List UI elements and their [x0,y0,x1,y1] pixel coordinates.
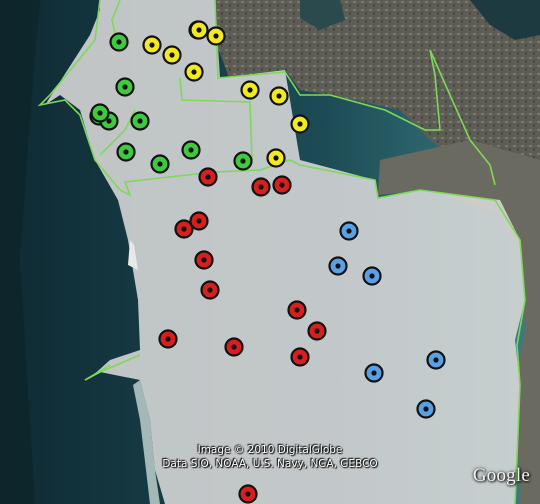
red-marker-icon[interactable] [198,167,218,187]
red-marker-icon[interactable] [224,337,244,357]
red-marker-icon[interactable] [287,300,307,320]
green-marker-icon[interactable] [150,154,170,174]
yellow-marker-icon[interactable] [269,86,289,106]
blue-marker-icon[interactable] [416,399,436,419]
yellow-marker-icon[interactable] [266,148,286,168]
imagery-credit: Image © 2010 DigitalGlobe [197,444,343,456]
red-marker-icon[interactable] [200,280,220,300]
yellow-marker-icon[interactable] [189,20,209,40]
red-marker-icon[interactable] [290,347,310,367]
satellite-map[interactable]: Image © 2010 DigitalGlobe Data SIO, NOAA… [0,0,540,504]
map-canvas [0,0,540,504]
blue-marker-icon[interactable] [339,221,359,241]
yellow-marker-icon[interactable] [184,62,204,82]
red-marker-icon[interactable] [189,211,209,231]
yellow-marker-icon[interactable] [290,114,310,134]
blue-marker-icon[interactable] [328,256,348,276]
green-marker-icon[interactable] [109,32,129,52]
blue-marker-icon[interactable] [426,350,446,370]
green-marker-icon[interactable] [130,111,150,131]
data-credit: Data SIO, NOAA, U.S. Navy, NGA, GEBCO [162,458,378,470]
google-logo: Google [472,465,530,486]
green-marker-icon[interactable] [115,77,135,97]
yellow-marker-icon[interactable] [240,80,260,100]
red-marker-icon[interactable] [158,329,178,349]
red-marker-icon[interactable] [251,177,271,197]
blue-marker-icon[interactable] [362,266,382,286]
green-marker-icon[interactable] [116,142,136,162]
red-marker-icon[interactable] [238,484,258,504]
green-marker-icon[interactable] [90,103,110,123]
yellow-marker-icon[interactable] [206,26,226,46]
green-marker-icon[interactable] [181,140,201,160]
blue-marker-icon[interactable] [364,363,384,383]
red-marker-icon[interactable] [194,250,214,270]
red-marker-icon[interactable] [272,175,292,195]
yellow-marker-icon[interactable] [162,45,182,65]
green-marker-icon[interactable] [233,151,253,171]
yellow-marker-icon[interactable] [142,35,162,55]
red-marker-icon[interactable] [307,321,327,341]
